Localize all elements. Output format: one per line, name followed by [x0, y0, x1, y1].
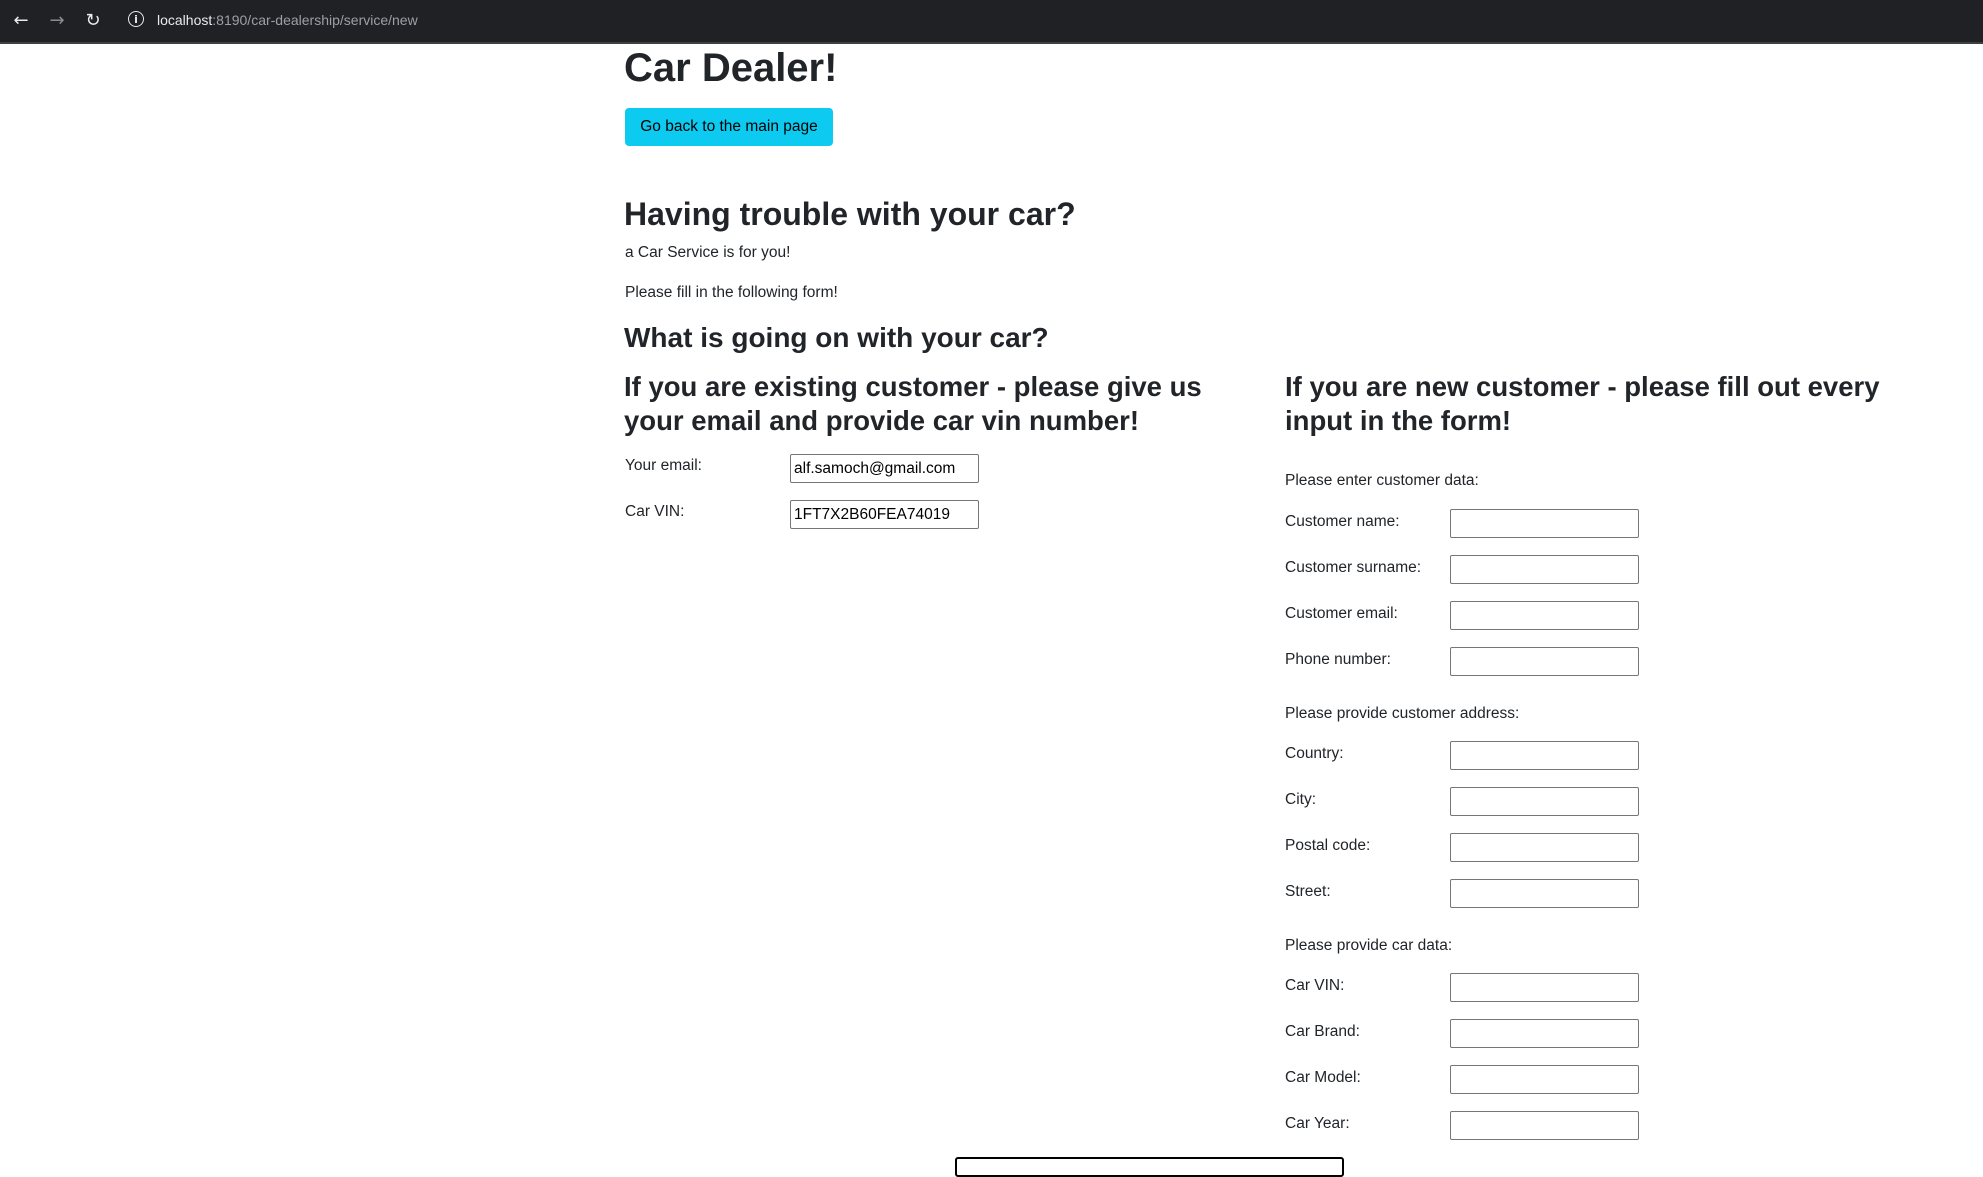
customer-email-input[interactable] — [1450, 601, 1639, 630]
phone-number-label: Phone number: — [1285, 651, 1391, 668]
postal-code-input[interactable] — [1450, 833, 1639, 862]
car-brand-label: Car Brand: — [1285, 1023, 1360, 1040]
customer-surname-input[interactable] — [1450, 555, 1639, 584]
country-label: Country: — [1285, 745, 1344, 762]
page-content: Car Dealer! Go back to the main page Hav… — [0, 0, 1983, 1177]
phone-number-input[interactable] — [1450, 647, 1639, 676]
street-label: Street: — [1285, 883, 1331, 900]
form-instruction: Please fill in the following form! — [625, 284, 838, 301]
existing-vin-input[interactable] — [790, 500, 979, 529]
address-section: Please provide customer address: — [1285, 705, 1520, 722]
page-title: Car Dealer! — [624, 46, 838, 90]
car-year-label: Car Year: — [1285, 1115, 1350, 1132]
service-subtitle: a Car Service is for you! — [625, 244, 791, 261]
street-input[interactable] — [1450, 879, 1639, 908]
customer-data-section: Please enter customer data: — [1285, 472, 1479, 489]
car-model-input[interactable] — [1450, 1065, 1639, 1094]
service-heading: Having trouble with your car? — [624, 196, 1076, 232]
existing-email-input[interactable] — [790, 454, 979, 483]
customer-name-label: Customer name: — [1285, 513, 1400, 530]
existing-vin-label: Car VIN: — [625, 503, 685, 520]
car-vin-label: Car VIN: — [1285, 977, 1345, 994]
existing-email-label: Your email: — [625, 457, 702, 474]
customer-email-label: Customer email: — [1285, 605, 1398, 622]
car-model-label: Car Model: — [1285, 1069, 1361, 1086]
postal-code-label: Postal code: — [1285, 837, 1371, 854]
customer-name-input[interactable] — [1450, 509, 1639, 538]
car-vin-input[interactable] — [1450, 973, 1639, 1002]
new-customer-heading: If you are new customer - please fill ou… — [1285, 371, 1880, 436]
customer-surname-label: Customer surname: — [1285, 559, 1422, 576]
city-input[interactable] — [1450, 787, 1639, 816]
back-to-main-button[interactable]: Go back to the main page — [625, 108, 833, 146]
comment-textarea[interactable] — [955, 1157, 1344, 1177]
country-input[interactable] — [1450, 741, 1639, 770]
existing-customer-heading: If you are existing customer - please gi… — [624, 371, 1202, 436]
problem-heading: What is going on with your car? — [624, 322, 1049, 353]
car-brand-input[interactable] — [1450, 1019, 1639, 1048]
city-label: City: — [1285, 791, 1316, 808]
car-year-input[interactable] — [1450, 1111, 1639, 1140]
car-data-section: Please provide car data: — [1285, 937, 1453, 954]
